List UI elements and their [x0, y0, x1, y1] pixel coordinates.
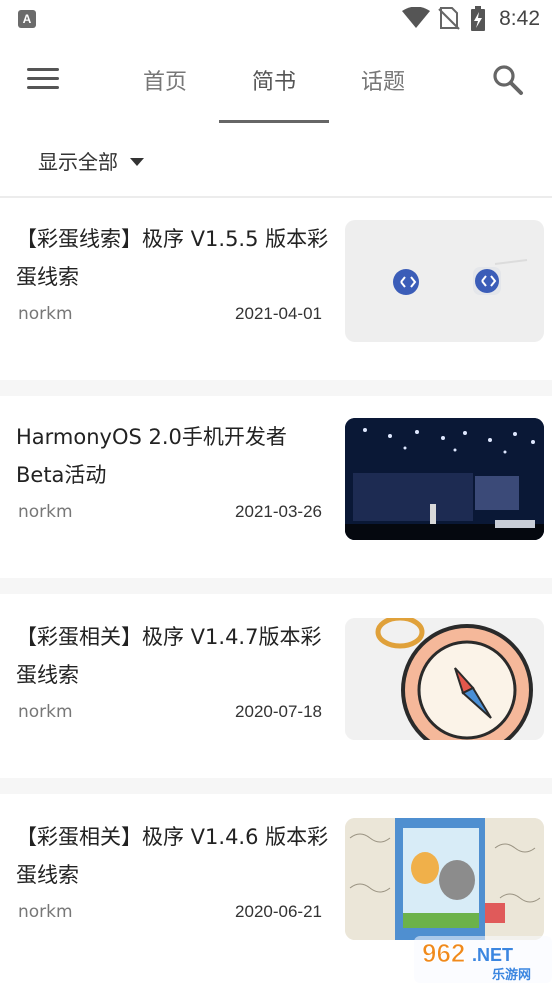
article-title: HarmonyOS 2.0手机开发者Beta活动 — [16, 425, 287, 487]
article-date: 2020-06-21 — [235, 902, 322, 921]
article-card[interactable]: 【彩蛋线索】极序 V1.5.5 版本彩蛋线索 norkm 2021-04-01 — [0, 198, 552, 380]
article-author: norkm — [18, 902, 73, 922]
site-watermark-logo: 962 .NET 乐游网 — [414, 932, 552, 983]
article-card[interactable]: HarmonyOS 2.0手机开发者Beta活动 norkm 2021-03-2… — [0, 396, 552, 578]
menu-icon[interactable] — [27, 68, 59, 92]
filter-dropdown[interactable]: 显示全部 — [38, 146, 144, 175]
svg-text:.NET: .NET — [472, 945, 513, 965]
no-sim-icon — [438, 7, 460, 30]
active-tab-indicator — [219, 120, 329, 123]
top-nav: 首页 简书 话题 — [0, 38, 552, 126]
tab-topics[interactable]: 话题 — [328, 64, 438, 96]
svg-text:乐游网: 乐游网 — [492, 967, 531, 983]
article-date: 2021-04-01 — [235, 304, 322, 323]
card-separator — [0, 778, 552, 794]
card-separator — [0, 380, 552, 396]
article-thumbnail — [345, 818, 544, 940]
article-author: norkm — [18, 502, 73, 522]
app-notification-icon: A — [18, 10, 36, 28]
article-author: norkm — [18, 304, 73, 324]
article-thumbnail — [345, 220, 544, 342]
article-thumbnail — [345, 618, 544, 740]
tab-jianshu[interactable]: 简书 — [219, 64, 329, 96]
article-date: 2020-07-18 — [235, 702, 322, 721]
battery-charging-icon — [471, 6, 485, 31]
svg-text:962: 962 — [422, 938, 465, 968]
status-bar: A 8:42 — [0, 0, 552, 38]
article-title: 【彩蛋相关】极序 V1.4.7版本彩蛋线索 — [16, 625, 322, 687]
article-thumbnail — [345, 418, 544, 540]
wifi-icon — [402, 7, 430, 28]
clock: 8:42 — [499, 7, 540, 30]
search-icon[interactable] — [492, 64, 524, 96]
article-date: 2021-03-26 — [235, 502, 322, 521]
article-title: 【彩蛋线索】极序 V1.5.5 版本彩蛋线索 — [16, 227, 329, 289]
caret-down-icon — [130, 157, 144, 166]
tab-home[interactable]: 首页 — [110, 64, 220, 96]
card-separator — [0, 578, 552, 594]
article-title: 【彩蛋相关】极序 V1.4.6 版本彩蛋线索 — [16, 825, 329, 887]
article-card[interactable]: 【彩蛋相关】极序 V1.4.7版本彩蛋线索 norkm 2020-07-18 — [0, 596, 552, 778]
filter-label: 显示全部 — [38, 150, 118, 174]
article-author: norkm — [18, 702, 73, 722]
